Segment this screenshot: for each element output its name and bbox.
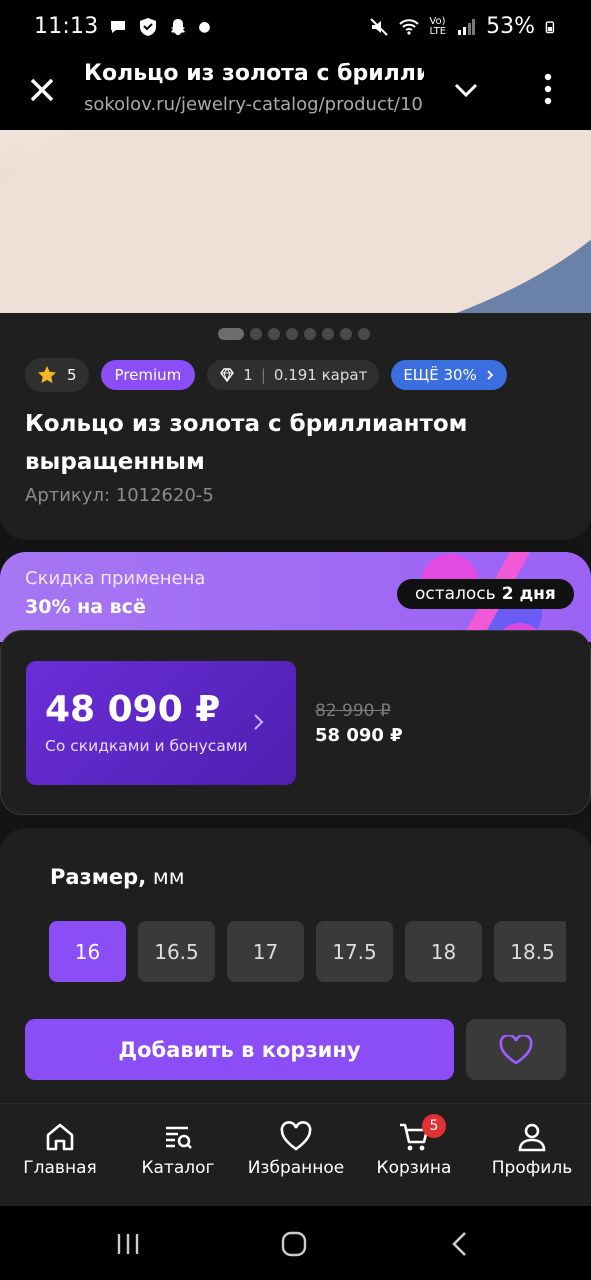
chevron-down-icon[interactable] — [452, 76, 480, 104]
final-price-caption: Со скидками и бонусами — [45, 737, 248, 755]
home-icon — [46, 1123, 74, 1151]
diamond-icon — [220, 368, 235, 383]
carat-value: 0.191 карат — [273, 366, 368, 384]
diamond-chip[interactable]: 1 | 0.191 карат — [207, 360, 380, 390]
tab-label: Корзина — [376, 1158, 452, 1178]
mute-icon — [370, 17, 389, 36]
tab-label: Профиль — [491, 1158, 573, 1178]
more-vert-icon[interactable] — [538, 72, 558, 106]
gallery-dot[interactable] — [218, 328, 244, 340]
extra-discount-label: ЕЩЁ 30% — [403, 366, 477, 384]
cart-badge: 5 — [422, 1114, 446, 1138]
size-option[interactable]: 16.5 — [138, 921, 215, 982]
size-option[interactable]: 17.5 — [316, 921, 393, 982]
premium-chip[interactable]: Premium — [100, 360, 196, 390]
status-time: 11:13 — [34, 14, 99, 39]
product-title: Кольцо из золота с бриллиантом выращенны… — [25, 411, 468, 475]
size-option[interactable]: 17 — [227, 921, 304, 982]
tab-favorites[interactable]: Избранное — [236, 1120, 356, 1178]
final-price: 48 090 ₽ — [45, 689, 221, 730]
wifi-icon — [399, 18, 420, 35]
promo-label: Скидка применена — [25, 568, 206, 589]
gallery-dot[interactable] — [322, 328, 334, 340]
photo-hand — [0, 130, 591, 313]
status-bar: 11:13 ● Vo) LTE 53% — [0, 0, 591, 58]
size-option[interactable]: 18.5 — [494, 921, 566, 982]
gallery-dot[interactable] — [304, 328, 316, 340]
page-url[interactable]: sokolov.ru/jewelry-catalog/product/10126… — [84, 94, 424, 115]
product-sku: Артикул: 1012620-5 — [25, 485, 214, 506]
product-info-card: 5 Premium 1 | 0.191 карат ЕЩЁ 30% Кольцо… — [0, 313, 591, 540]
gallery-dot[interactable] — [268, 328, 280, 340]
custom-tab-toolbar: Кольцо из золота с бриллиантом выращенны… — [0, 58, 591, 130]
old-price: 82 990 ₽ — [315, 701, 391, 721]
chevron-right-icon — [487, 370, 494, 380]
rating-value: 5 — [67, 366, 77, 384]
current-price: 58 090 ₽ — [315, 725, 403, 746]
back-icon[interactable] — [445, 1230, 475, 1258]
tab-cart[interactable]: 5 Корзина — [354, 1114, 474, 1178]
countdown-badge: осталось 2 дня — [397, 579, 574, 609]
rating-chip[interactable]: 5 — [25, 358, 89, 392]
tab-label: Главная — [23, 1158, 97, 1178]
volte-icon: Vo) LTE — [429, 15, 447, 37]
gallery-dot[interactable] — [286, 328, 298, 340]
chip-divider: | — [260, 366, 266, 384]
favorite-button[interactable] — [466, 1019, 566, 1080]
close-icon[interactable] — [26, 74, 58, 106]
diamond-count: 1 — [243, 366, 253, 384]
catalog-icon — [166, 1126, 192, 1149]
dot-icon: ● — [198, 18, 211, 35]
gallery-dot[interactable] — [358, 328, 370, 340]
promo-offer: 30% на всё — [25, 596, 146, 618]
shield-icon — [140, 17, 157, 36]
tab-home[interactable]: Главная — [0, 1120, 120, 1178]
tab-catalog[interactable]: Каталог — [118, 1120, 238, 1178]
snapchat-icon — [171, 18, 186, 35]
size-option[interactable]: 18 — [405, 921, 482, 982]
system-nav-bar — [0, 1206, 591, 1280]
battery-icon — [545, 20, 555, 33]
tab-label: Избранное — [247, 1158, 345, 1178]
size-option[interactable]: 16 — [49, 921, 126, 982]
page-title: Кольцо из золота с бриллиантом выращенны… — [84, 61, 424, 86]
chevron-right-icon — [254, 714, 264, 730]
chat-icon — [111, 20, 126, 33]
tab-profile[interactable]: Профиль — [472, 1120, 591, 1178]
signal-icon — [458, 18, 476, 35]
add-to-cart-button[interactable]: Добавить в корзину — [25, 1019, 454, 1080]
home-nav-icon[interactable] — [279, 1230, 309, 1258]
price-card: 48 090 ₽ Со скидками и бонусами 82 990 ₽… — [0, 630, 591, 815]
bottom-tab-bar: Главная Каталог Избранное 5 Корзина Проф… — [0, 1103, 591, 1206]
final-price-button[interactable]: 48 090 ₽ Со скидками и бонусами — [26, 661, 296, 785]
star-icon — [38, 366, 56, 383]
gallery-dot[interactable] — [250, 328, 262, 340]
profile-icon — [518, 1123, 546, 1152]
battery-percent: 53% — [486, 14, 535, 39]
gallery-dots — [218, 328, 370, 340]
heart-icon — [280, 1121, 312, 1151]
promo-banner[interactable]: Скидка применена 30% на всё осталось 2 д… — [0, 552, 591, 642]
recents-icon[interactable] — [113, 1230, 143, 1258]
size-options: 16 16.5 17 17.5 18 18.5 — [49, 921, 566, 982]
product-chips: 5 Premium 1 | 0.191 карат ЕЩЁ 30% — [25, 358, 507, 392]
heart-icon — [499, 1034, 533, 1065]
extra-discount-chip[interactable]: ЕЩЁ 30% — [391, 360, 507, 390]
countdown-prefix: осталось — [415, 584, 496, 604]
countdown-value: 2 дня — [501, 584, 556, 604]
gallery-dot[interactable] — [340, 328, 352, 340]
tab-label: Каталог — [141, 1158, 215, 1178]
product-photo[interactable] — [0, 130, 591, 313]
size-card: Размер, мм 16 16.5 17 17.5 18 18.5 Добав… — [0, 828, 591, 1103]
